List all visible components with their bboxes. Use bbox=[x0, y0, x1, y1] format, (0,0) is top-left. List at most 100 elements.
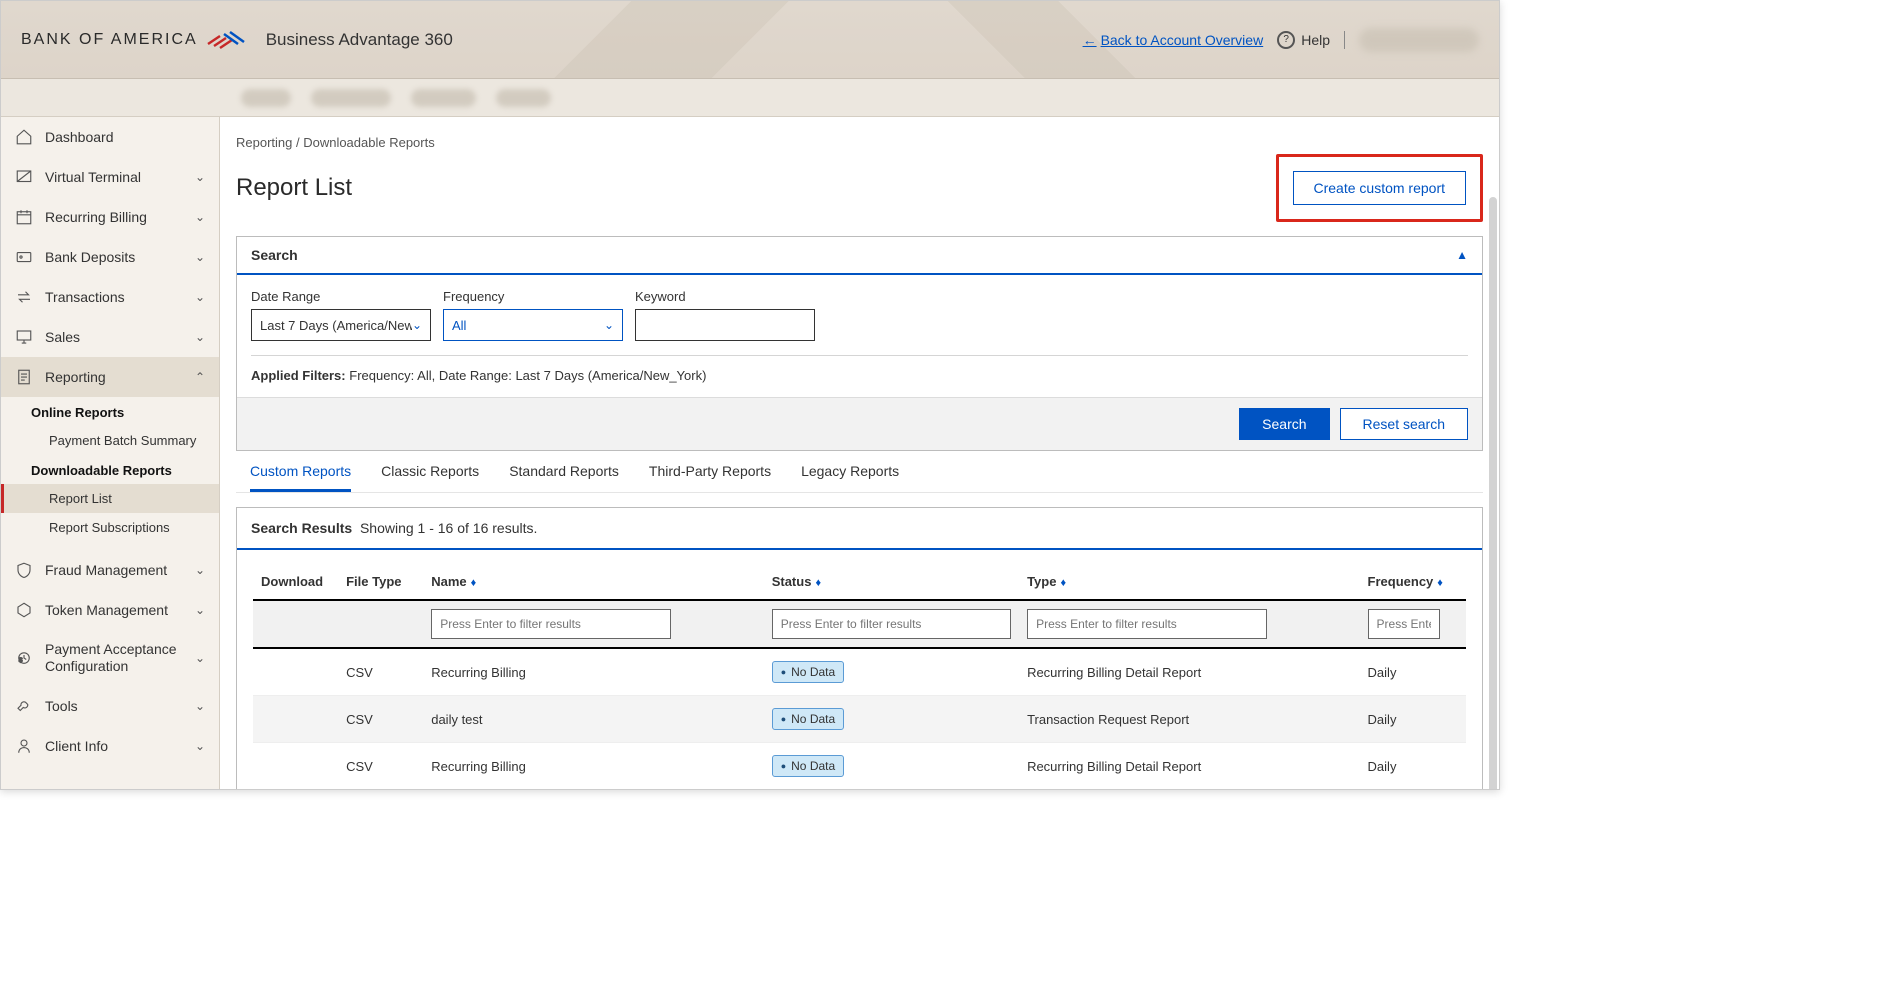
monitor-icon bbox=[15, 328, 33, 346]
header-divider bbox=[1344, 31, 1345, 49]
help-button[interactable]: ? Help bbox=[1277, 31, 1330, 49]
sidebar-item-token[interactable]: Token Management ⌄ bbox=[1, 590, 219, 630]
col-type[interactable]: Type♦ bbox=[1019, 564, 1359, 600]
status-badge: No Data bbox=[772, 755, 844, 777]
sidebar-item-tools[interactable]: Tools ⌄ bbox=[1, 686, 219, 726]
caret-up-icon: ▲ bbox=[1456, 248, 1468, 262]
results-header-label: Search Results bbox=[251, 520, 352, 536]
main-content: Reporting / Downloadable Reports Report … bbox=[220, 117, 1499, 789]
calendar-icon bbox=[15, 208, 33, 226]
frequency-select[interactable]: All ⌄ bbox=[443, 309, 623, 341]
cell-frequency: Daily bbox=[1360, 696, 1466, 743]
status-filter-input[interactable] bbox=[772, 609, 1011, 639]
col-name[interactable]: Name♦ bbox=[423, 564, 763, 600]
back-link-text: Back to Account Overview bbox=[1101, 32, 1264, 48]
sidebar-item-recurring-billing[interactable]: Recurring Billing ⌄ bbox=[1, 197, 219, 237]
cell-name: daily test bbox=[423, 696, 763, 743]
reset-search-button[interactable]: Reset search bbox=[1340, 408, 1468, 440]
tab-legacy-reports[interactable]: Legacy Reports bbox=[801, 463, 899, 492]
cell-name: Recurring Billing bbox=[423, 743, 763, 790]
chevron-down-icon: ⌄ bbox=[412, 318, 422, 332]
col-filetype[interactable]: File Type bbox=[338, 564, 423, 600]
keyword-label: Keyword bbox=[635, 289, 815, 304]
tab-standard-reports[interactable]: Standard Reports bbox=[509, 463, 619, 492]
col-type-text: Type bbox=[1027, 574, 1056, 589]
sort-icon: ♦ bbox=[1437, 577, 1443, 589]
bank-logo: BANK OF AMERICA bbox=[21, 30, 246, 50]
divider bbox=[251, 355, 1468, 356]
results-table: Download File Type Name♦ Status♦ Type♦ F… bbox=[253, 564, 1466, 789]
sidebar-item-dashboard[interactable]: Dashboard bbox=[1, 117, 219, 157]
chevron-down-icon: ⌄ bbox=[195, 603, 205, 617]
col-name-text: Name bbox=[431, 574, 466, 589]
sidebar-item-sales[interactable]: Sales ⌄ bbox=[1, 317, 219, 357]
sidebar-label: Recurring Billing bbox=[45, 209, 147, 225]
sidebar-label: Token Management bbox=[45, 602, 168, 618]
results-header: Search Results Showing 1 - 16 of 16 resu… bbox=[237, 508, 1482, 550]
sidebar-item-bank-deposits[interactable]: Bank Deposits ⌄ bbox=[1, 237, 219, 277]
wrench-icon bbox=[15, 697, 33, 715]
sidebar-sub-report-subscriptions[interactable]: Report Subscriptions bbox=[1, 513, 219, 542]
back-to-overview-link[interactable]: Back to Account Overview bbox=[1083, 32, 1264, 48]
name-filter-input[interactable] bbox=[431, 609, 671, 639]
svg-text:$: $ bbox=[19, 657, 23, 664]
sidebar-item-fraud[interactable]: Fraud Management ⌄ bbox=[1, 550, 219, 590]
chevron-down-icon: ⌄ bbox=[604, 318, 614, 332]
search-panel-header[interactable]: Search ▲ bbox=[237, 237, 1482, 275]
bank-name-text: BANK OF AMERICA bbox=[21, 31, 198, 49]
sidebar: Dashboard Virtual Terminal ⌄ Recurring B… bbox=[1, 117, 220, 789]
search-button[interactable]: Search bbox=[1239, 408, 1329, 440]
tab-classic-reports[interactable]: Classic Reports bbox=[381, 463, 479, 492]
sidebar-item-client-info[interactable]: Client Info ⌄ bbox=[1, 726, 219, 766]
create-custom-report-button[interactable]: Create custom report bbox=[1293, 171, 1467, 205]
product-name: Business Advantage 360 bbox=[266, 30, 453, 50]
col-frequency[interactable]: Frequency♦ bbox=[1360, 564, 1466, 600]
date-range-value: Last 7 Days (America/New_Y bbox=[260, 318, 412, 333]
shield-icon bbox=[15, 561, 33, 579]
applied-filters-text: Frequency: All, Date Range: Last 7 Days … bbox=[349, 368, 706, 383]
token-icon bbox=[15, 601, 33, 619]
sidebar-label: Transactions bbox=[45, 289, 125, 305]
col-download[interactable]: Download bbox=[253, 564, 338, 600]
sidebar-label: Client Info bbox=[45, 738, 108, 754]
keyword-input[interactable] bbox=[635, 309, 815, 341]
chevron-down-icon: ⌄ bbox=[195, 290, 205, 304]
sidebar-item-virtual-terminal[interactable]: Virtual Terminal ⌄ bbox=[1, 157, 219, 197]
tab-third-party-reports[interactable]: Third-Party Reports bbox=[649, 463, 771, 492]
col-status[interactable]: Status♦ bbox=[764, 564, 1019, 600]
chevron-down-icon: ⌄ bbox=[195, 699, 205, 713]
sidebar-sub-report-list[interactable]: Report List bbox=[1, 484, 219, 513]
table-row: CSV Recurring Billing No Data Recurring … bbox=[253, 648, 1466, 696]
sidebar-label: Virtual Terminal bbox=[45, 169, 141, 185]
tab-custom-reports[interactable]: Custom Reports bbox=[250, 463, 351, 492]
scrollbar[interactable] bbox=[1489, 197, 1497, 789]
page-title: Report List bbox=[236, 174, 352, 202]
results-panel: Search Results Showing 1 - 16 of 16 resu… bbox=[236, 507, 1483, 789]
sidebar-item-transactions[interactable]: Transactions ⌄ bbox=[1, 277, 219, 317]
status-badge: No Data bbox=[772, 661, 844, 683]
chevron-down-icon: ⌄ bbox=[195, 563, 205, 577]
cell-filetype: CSV bbox=[338, 696, 423, 743]
bank-icon bbox=[15, 248, 33, 266]
swap-icon bbox=[15, 288, 33, 306]
sidebar-sub-downloadable[interactable]: Downloadable Reports bbox=[1, 455, 219, 484]
sidebar-item-reporting[interactable]: Reporting ⌃ bbox=[1, 357, 219, 397]
col-freq-text: Frequency bbox=[1368, 574, 1434, 589]
cell-filetype: CSV bbox=[338, 648, 423, 696]
applied-filters: Applied Filters: Frequency: All, Date Ra… bbox=[251, 368, 1468, 383]
flag-icon bbox=[206, 30, 246, 50]
type-filter-input[interactable] bbox=[1027, 609, 1267, 639]
cell-type: Transaction Request Report bbox=[1019, 696, 1359, 743]
report-tabs: Custom Reports Classic Reports Standard … bbox=[236, 451, 1483, 493]
redacted-value bbox=[311, 89, 391, 107]
frequency-value: All bbox=[452, 318, 466, 333]
user-menu[interactable] bbox=[1359, 28, 1479, 52]
breadcrumb: Reporting / Downloadable Reports bbox=[236, 135, 1483, 150]
date-range-select[interactable]: Last 7 Days (America/New_Y ⌄ bbox=[251, 309, 431, 341]
sidebar-sub-online-reports[interactable]: Online Reports bbox=[1, 397, 219, 426]
sidebar-sub-payment-batch[interactable]: Payment Batch Summary bbox=[1, 426, 219, 455]
chevron-down-icon: ⌄ bbox=[195, 330, 205, 344]
sidebar-item-payment-config[interactable]: $ Payment Acceptance Configuration ⌄ bbox=[1, 630, 219, 686]
sidebar-label: Bank Deposits bbox=[45, 249, 135, 265]
frequency-filter-input[interactable] bbox=[1368, 609, 1440, 639]
